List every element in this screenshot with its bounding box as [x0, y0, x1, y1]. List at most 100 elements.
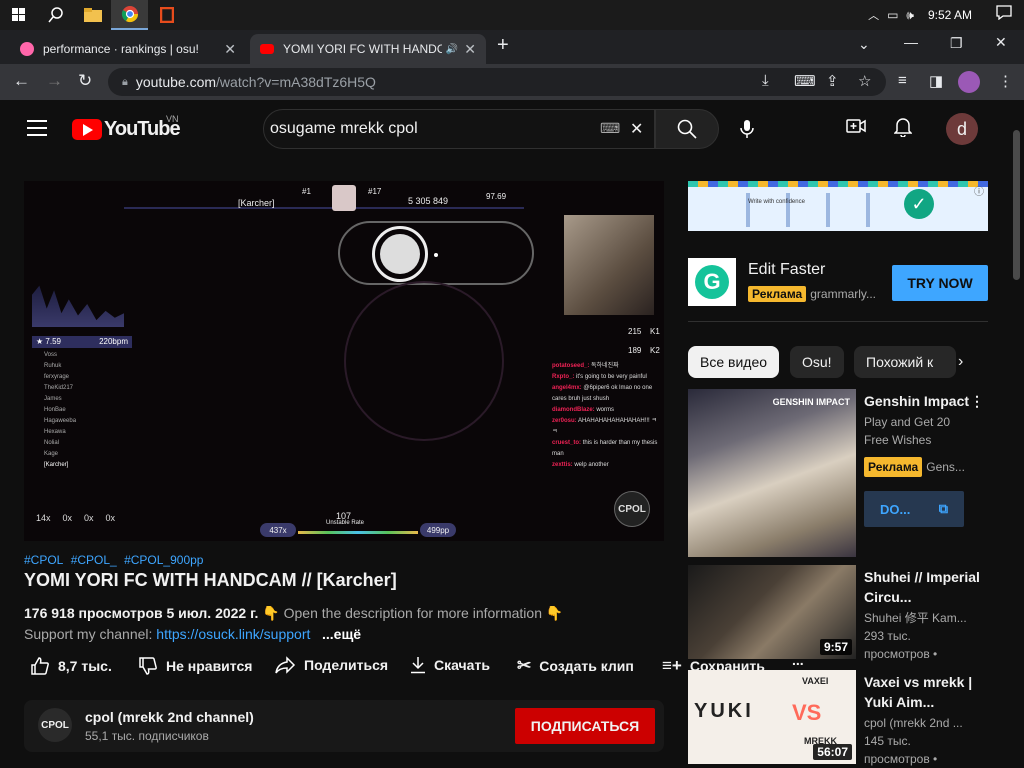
- download-label: Скачать: [434, 657, 490, 673]
- bookmark-star-icon[interactable]: ☆: [858, 72, 871, 90]
- notifications-bell-icon[interactable]: [893, 117, 913, 142]
- notifications-icon[interactable]: [996, 5, 1012, 25]
- clear-search-icon[interactable]: ✕: [630, 119, 643, 139]
- forward-button[interactable]: →: [46, 71, 63, 91]
- restore-button[interactable]: ❐: [950, 35, 963, 52]
- tag-link[interactable]: #CPOL: [24, 553, 63, 567]
- recommendation-meta: Реклама Gens...: [864, 457, 974, 477]
- more-vertical-icon[interactable]: ⋮: [970, 393, 984, 410]
- recommendation-channel[interactable]: cpol (mrekk 2nd ...: [864, 714, 974, 732]
- file-explorer-icon[interactable]: [74, 0, 111, 30]
- tab-youtube-video[interactable]: YOMI YORI FC WITH HANDC 🔊 ✕: [250, 34, 486, 64]
- network-icon[interactable]: ▭: [887, 8, 898, 22]
- volume-icon[interactable]: 🕪: [906, 8, 914, 23]
- pp-pill: 499pp: [420, 523, 456, 537]
- recommendation-title[interactable]: Genshin Impact: [864, 391, 984, 411]
- minimize-button[interactable]: —: [904, 34, 918, 50]
- tag-link[interactable]: #CPOL_900pp: [124, 553, 203, 567]
- scissors-icon: ✂: [517, 656, 532, 675]
- recommendation-title[interactable]: Shuhei // Imperial Circu...: [864, 567, 984, 607]
- key-counter-k2: 189: [628, 346, 642, 355]
- reload-button[interactable]: ↻: [78, 71, 92, 91]
- lock-icon[interactable]: 🔒︎: [122, 76, 128, 89]
- recommended-video[interactable]: 9:57 Shuhei // Imperial Circu... Shuhei …: [688, 565, 988, 661]
- search-icon[interactable]: [37, 0, 74, 30]
- dislike-button[interactable]: Не нравится: [138, 656, 252, 676]
- description-line-1[interactable]: 176 918 просмотров 5 июл. 2022 г. 👇 Open…: [24, 605, 563, 622]
- chip-similar[interactable]: Похожий к: [854, 346, 956, 378]
- tab-osu-rankings[interactable]: performance · rankings | osu! ✕: [10, 34, 246, 64]
- try-now-button[interactable]: TRY NOW: [892, 265, 988, 301]
- scrollbar-thumb[interactable]: [1013, 130, 1020, 280]
- search-button[interactable]: [655, 109, 719, 149]
- close-icon[interactable]: ✕: [224, 41, 236, 58]
- youtube-logo[interactable]: YouTube VN: [72, 114, 181, 141]
- hud-global-rank: #17: [368, 187, 382, 196]
- video-thumbnail[interactable]: YUKI VS VAXEI MREKK 56:07: [688, 670, 856, 764]
- advertiser-logo[interactable]: G: [688, 258, 736, 306]
- chrome-menu-icon[interactable]: ⋮: [998, 72, 1013, 90]
- address-bar[interactable]: 🔒︎ youtube.com/watch?v=mA38dTz6H5Q: [108, 68, 886, 96]
- voice-search-button[interactable]: [732, 109, 762, 149]
- subscribe-button[interactable]: ПОДПИСАТЬСЯ: [515, 708, 655, 744]
- score-header: [124, 189, 524, 209]
- microphone-icon: [740, 120, 754, 138]
- star-rating: ★ 7.59: [36, 337, 61, 346]
- ad-banner-image[interactable]: Write with confidence ✓: [688, 181, 988, 231]
- back-button[interactable]: ←: [13, 71, 30, 91]
- recommended-video[interactable]: YUKI VS VAXEI MREKK 56:07 Vaxei vs mrekk…: [688, 670, 988, 768]
- audio-playing-icon[interactable]: 🔊: [446, 44, 458, 55]
- leaderboard-row: HonBae: [44, 407, 66, 413]
- close-window-button[interactable]: ✕: [995, 34, 1007, 51]
- clock[interactable]: 9:52 AM: [928, 8, 972, 22]
- chevron-right-icon[interactable]: ›: [958, 353, 963, 371]
- ad-cta-button[interactable]: DO... ⧉: [864, 491, 964, 527]
- recommendation-channel[interactable]: Shuhei 修平 Kam...: [864, 609, 974, 627]
- create-video-icon[interactable]: [846, 118, 866, 139]
- media-controls-icon[interactable]: ≡: [898, 72, 907, 89]
- tab-search-chevron-icon[interactable]: ⌄: [858, 36, 870, 53]
- share-icon[interactable]: ⇪: [826, 72, 839, 90]
- account-avatar[interactable]: d: [946, 113, 978, 145]
- translate-icon[interactable]: ⌨: [794, 72, 816, 90]
- channel-name[interactable]: cpol (mrekk 2nd channel): [85, 709, 254, 725]
- windows-start-icon[interactable]: [0, 0, 37, 30]
- chrome-icon[interactable]: [111, 0, 148, 30]
- ad-info-icon[interactable]: ⓘ: [974, 183, 984, 198]
- page-scrollbar[interactable]: [1010, 100, 1024, 768]
- office-icon[interactable]: [148, 0, 185, 30]
- menu-icon[interactable]: [27, 120, 47, 136]
- player-avatar: [332, 185, 356, 211]
- leaderboard-row: [Karcher]: [44, 462, 69, 468]
- tag-link[interactable]: #CPOL_: [71, 553, 117, 567]
- video-thumbnail[interactable]: GENSHIN IMPACT: [688, 389, 856, 557]
- windows-taskbar: ︿ ▭ 🕪 9:52 AM: [0, 0, 1024, 30]
- recommended-ad-genshin[interactable]: GENSHIN IMPACT Genshin Impact ⋮ Play and…: [688, 389, 988, 559]
- video-player[interactable]: #1 [Karcher] #17 5 305 849 97.69 ★ 7.59 …: [24, 181, 664, 541]
- chevron-up-icon[interactable]: ︿: [868, 7, 879, 23]
- video-tags: #CPOL #CPOL_ #CPOL_900pp: [24, 553, 207, 567]
- chip-osu[interactable]: Osu!: [790, 346, 844, 378]
- thumbs-down-icon: [139, 657, 157, 675]
- search-input[interactable]: osugame mrekk cpol ⌨ ✕: [263, 109, 655, 149]
- new-tab-button[interactable]: +: [497, 34, 509, 57]
- close-icon[interactable]: ✕: [464, 41, 476, 58]
- side-panel-icon[interactable]: ◨: [929, 72, 943, 90]
- show-more-button[interactable]: ...ещё: [320, 626, 362, 642]
- support-link[interactable]: https://osuck.link/support: [156, 626, 310, 642]
- share-button[interactable]: Поделиться: [274, 656, 388, 674]
- chip-all-videos[interactable]: Все видео: [688, 346, 780, 378]
- ad-title[interactable]: Edit Faster: [748, 261, 825, 279]
- chat-message: Rxpto_: it's going to be very painful: [552, 374, 647, 380]
- channel-avatar[interactable]: CPOL: [38, 708, 72, 742]
- install-app-icon[interactable]: ⤓: [762, 72, 769, 89]
- download-button[interactable]: Скачать: [410, 656, 490, 674]
- video-thumbnail[interactable]: 9:57: [688, 565, 856, 659]
- clip-button[interactable]: ✂ Создать клип: [517, 656, 634, 676]
- description-line-2[interactable]: Support my channel: https://osuck.link/s…: [24, 626, 369, 642]
- leaderboard-row: Ruhuk: [44, 363, 62, 369]
- recommendation-title[interactable]: Vaxei vs mrekk | Yuki Aim...: [864, 672, 984, 712]
- keyboard-icon[interactable]: ⌨: [600, 120, 620, 137]
- profile-avatar[interactable]: [958, 71, 980, 93]
- like-button[interactable]: 8,7 тыс.: [30, 656, 112, 676]
